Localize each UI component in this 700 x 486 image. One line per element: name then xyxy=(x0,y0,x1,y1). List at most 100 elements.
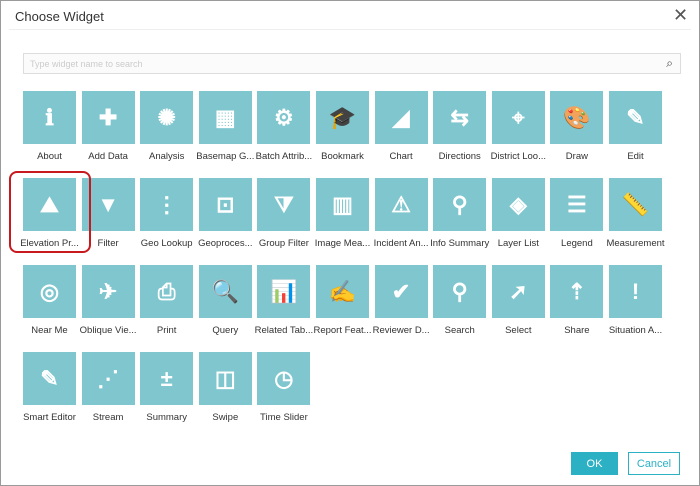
widget-label: Print xyxy=(156,325,177,336)
widget-icon: ◢ xyxy=(374,91,428,144)
widget-share[interactable]: ⇡ Share xyxy=(550,265,604,336)
widget-icon: ◷ xyxy=(257,352,311,405)
widget-icon: ⚲ xyxy=(433,265,487,318)
search-box: ⌕ xyxy=(23,53,681,74)
widget-icon: ⚙ xyxy=(257,91,311,144)
widget-icon: ℹ xyxy=(23,91,76,144)
widget-icon: ◈ xyxy=(491,178,545,231)
widget-measurement[interactable]: 📏 Measurement xyxy=(606,178,665,249)
widget-group-filter[interactable]: ⧩ Group Filter xyxy=(257,178,311,249)
widget-label: Smart Editor xyxy=(23,412,76,423)
widget-geo-lookup[interactable]: ⋮ Geo Lookup xyxy=(140,178,194,249)
widget-batch-attrib[interactable]: ⚙ Batch Attrib... xyxy=(256,91,312,162)
widget-chart[interactable]: ◢ Chart xyxy=(374,91,428,162)
widget-label: Reviewer D... xyxy=(372,325,430,336)
widget-select[interactable]: ➚ Select xyxy=(491,265,545,336)
widget-label: Geoproces... xyxy=(198,238,253,249)
search-icon[interactable]: ⌕ xyxy=(666,56,673,71)
widget-label: Draw xyxy=(565,151,588,162)
widget-label: Search xyxy=(444,325,475,336)
widget-reviewer-d[interactable]: ✔ Reviewer D... xyxy=(373,265,430,336)
widget-label: Layer List xyxy=(497,238,539,249)
widget-label: Report Feat... xyxy=(313,325,372,336)
widget-swipe[interactable]: ◫ Swipe xyxy=(198,352,252,423)
widget-add-data[interactable]: ✚ Add Data xyxy=(81,91,135,162)
widget-directions[interactable]: ⇆ Directions xyxy=(433,91,487,162)
widget-icon: ⚠ xyxy=(374,178,428,231)
widget-icon: ⇡ xyxy=(550,265,604,318)
widget-report-feat[interactable]: ✍ Report Feat... xyxy=(313,265,372,336)
widget-label: Query xyxy=(212,325,239,336)
widget-situation-a[interactable]: ! Situation A... xyxy=(609,265,662,336)
widget-print[interactable]: ⎙ Print xyxy=(140,265,194,336)
widget-about[interactable]: ℹ About xyxy=(23,91,76,162)
widget-icon: ◎ xyxy=(23,265,76,318)
widget-related-tab[interactable]: 📊 Related Tab... xyxy=(255,265,313,336)
widget-near-me[interactable]: ◎ Near Me xyxy=(23,265,76,336)
widget-label: Image Mea... xyxy=(314,238,371,249)
widget-label: Summary xyxy=(146,412,188,423)
widget-icon: 🎨 xyxy=(550,91,604,144)
widget-icon: ⧩ xyxy=(257,178,311,231)
widget-icon: 📏 xyxy=(609,178,662,231)
widget-icon: ⎙ xyxy=(140,265,194,318)
selected-highlight xyxy=(9,171,91,253)
widget-label: Legend xyxy=(561,238,593,249)
widget-icon: ➚ xyxy=(491,265,545,318)
widget-icon: ✚ xyxy=(81,91,135,144)
widget-icon: ⚲ xyxy=(433,178,487,231)
widget-label: Share xyxy=(564,325,590,336)
widget-icon: ⋰ xyxy=(81,352,135,405)
widget-label: Time Slider xyxy=(260,412,308,423)
widget-stream[interactable]: ⋰ Stream xyxy=(81,352,135,423)
cancel-button[interactable]: Cancel xyxy=(628,452,680,475)
widget-district-loo[interactable]: ⌖ District Loo... xyxy=(491,91,546,162)
widget-label: Near Me xyxy=(31,325,68,336)
widget-label: Batch Attrib... xyxy=(255,151,313,162)
widget-info-summary[interactable]: ⚲ Info Summary xyxy=(430,178,489,249)
widget-icon: ⌖ xyxy=(491,91,545,144)
widget-icon: ✎ xyxy=(23,352,76,405)
widget-label: Measurement xyxy=(606,238,665,249)
widget-icon: ⋮ xyxy=(140,178,194,231)
widget-label: Incident An... xyxy=(373,238,429,249)
dialog-title: Choose Widget xyxy=(15,9,104,24)
widget-icon: 🔍 xyxy=(198,265,252,318)
widget-incident-an[interactable]: ⚠ Incident An... xyxy=(374,178,429,249)
widget-label: Info Summary xyxy=(430,238,490,249)
widget-legend[interactable]: ☰ Legend xyxy=(550,178,604,249)
widget-label: Chart xyxy=(389,151,413,162)
widget-draw[interactable]: 🎨 Draw xyxy=(550,91,604,162)
widget-geoproces[interactable]: ⊡ Geoproces... xyxy=(198,178,252,249)
widget-label: Swipe xyxy=(212,412,239,423)
widget-edit[interactable]: ✎ Edit xyxy=(609,91,662,162)
widget-icon: 📊 xyxy=(257,265,311,318)
widget-label: Select xyxy=(505,325,532,336)
widget-analysis[interactable]: ✺ Analysis xyxy=(140,91,194,162)
widget-summary[interactable]: ± Summary xyxy=(140,352,194,423)
widget-icon: ✔ xyxy=(374,265,428,318)
widget-oblique-vie[interactable]: ✈ Oblique Vie... xyxy=(80,265,137,336)
widget-image-mea[interactable]: ▥ Image Mea... xyxy=(315,178,370,249)
widget-search[interactable]: ⚲ Search xyxy=(433,265,487,336)
search-input[interactable] xyxy=(24,54,644,74)
widget-icon: ☰ xyxy=(550,178,604,231)
widget-icon: ✈ xyxy=(81,265,135,318)
ok-button[interactable]: OK xyxy=(571,452,618,475)
widget-label: Group Filter xyxy=(258,238,309,249)
title-divider xyxy=(9,29,691,30)
widget-time-slider[interactable]: ◷ Time Slider xyxy=(257,352,311,423)
close-icon[interactable]: ✕ xyxy=(673,5,688,26)
widget-smart-editor[interactable]: ✎ Smart Editor xyxy=(23,352,76,423)
widget-layer-list[interactable]: ◈ Layer List xyxy=(491,178,545,249)
widget-basemap-g[interactable]: ▦ Basemap G... xyxy=(196,91,254,162)
widget-bookmark[interactable]: 🎓 Bookmark xyxy=(316,91,369,162)
widget-label: Stream xyxy=(92,412,124,423)
widget-label: About xyxy=(37,151,62,162)
widget-query[interactable]: 🔍 Query xyxy=(198,265,252,336)
widget-label: Add Data xyxy=(88,151,128,162)
widget-label: Directions xyxy=(438,151,481,162)
widget-label: District Loo... xyxy=(490,151,547,162)
widget-icon: ✎ xyxy=(609,91,662,144)
widget-label: Basemap G... xyxy=(196,151,255,162)
